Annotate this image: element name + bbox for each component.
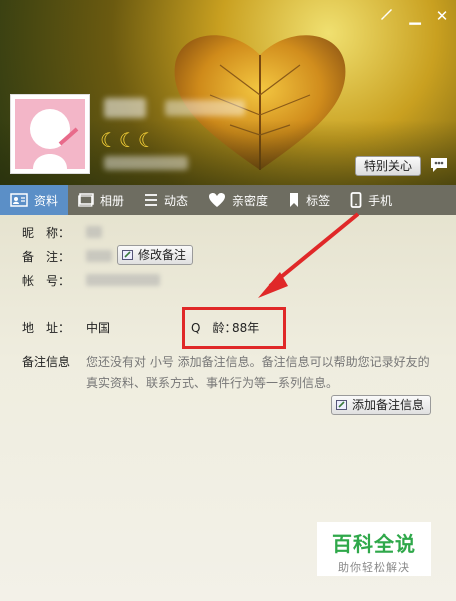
nickname-value-blurred — [86, 226, 102, 238]
add-note-label: 添加备注信息 — [352, 398, 425, 412]
remark-value-blurred — [86, 250, 112, 262]
avatar-image — [15, 99, 85, 169]
edit-icon — [122, 250, 133, 260]
uin-blurred — [104, 156, 188, 170]
address-label: 地 址： — [22, 321, 71, 335]
minimize-icon[interactable]: ▁ — [405, 6, 425, 26]
note-label: 备注信息 — [22, 355, 71, 369]
nickname-label: 昵 称： — [22, 226, 71, 240]
tab-label: 手机 — [368, 193, 393, 208]
profile-header-background: ▁ ✕ ☾☾☾ 特别关心 — [0, 0, 456, 185]
edit-remark-button[interactable]: 修改备注 — [117, 245, 194, 265]
qq-profile-window: ▁ ✕ ☾☾☾ 特别关心 资料 相册 动态 亲密度 标签 手机 昵 称： 备 注… — [0, 0, 456, 601]
nickname-blurred — [104, 98, 146, 118]
photo-album-icon — [78, 193, 94, 207]
tab-label: 动态 — [164, 193, 189, 208]
baike-watermark: 百科全说 助你轻松解决 — [317, 522, 431, 576]
note-description: 您还没有对 小号 添加备注信息。备注信息可以帮助您记录好友的真实资料、联系方式、… — [86, 355, 430, 390]
annotation-arrow — [258, 212, 360, 298]
account-value-blurred — [86, 274, 160, 286]
tab-label: 资料 — [34, 193, 59, 208]
paintbrush-icon[interactable] — [376, 6, 396, 26]
signature-blurred — [165, 100, 245, 116]
level-moons: ☾☾☾ — [100, 128, 157, 152]
heart-icon — [209, 193, 226, 207]
tab-feed[interactable]: 动态 — [134, 185, 198, 215]
tab-label: 亲密度 — [232, 193, 269, 208]
account-label: 帐 号： — [22, 274, 71, 288]
tab-label: 相册 — [100, 193, 125, 208]
watermark-subtitle: 助你轻松解决 — [338, 561, 410, 574]
special-care-button[interactable]: 特别关心 — [355, 156, 421, 176]
bookmark-icon — [290, 193, 299, 207]
feed-list-icon — [145, 194, 158, 206]
edit-remark-label: 修改备注 — [138, 248, 187, 262]
qage-highlight-box — [182, 307, 286, 349]
tab-label: 标签 — [306, 193, 331, 208]
add-note-button[interactable]: 添加备注信息 — [331, 395, 432, 415]
remark-label: 备 注： — [22, 250, 71, 264]
phone-icon — [350, 192, 362, 208]
tab-album[interactable]: 相册 — [68, 185, 134, 215]
address-value: 中国 — [86, 321, 111, 335]
profile-card-icon — [10, 193, 28, 207]
close-icon[interactable]: ✕ — [432, 6, 452, 26]
tab-profile[interactable]: 资料 — [0, 185, 69, 215]
avatar[interactable] — [10, 94, 90, 174]
watermark-title: 百科全说 — [332, 532, 416, 556]
chat-bubble-icon[interactable] — [428, 155, 450, 175]
profile-tab-bar: 资料 相册 动态 亲密度 标签 手机 — [0, 185, 456, 215]
edit-icon — [336, 400, 347, 410]
